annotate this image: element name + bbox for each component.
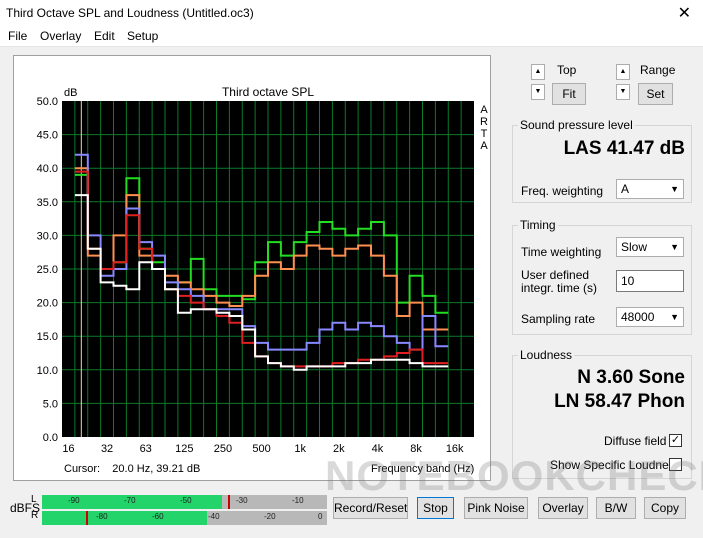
x-tick-label: 250: [214, 443, 232, 455]
left-tick: -30: [236, 496, 248, 505]
y-tick-label: 15.0: [37, 331, 58, 343]
y-tick-label: 5.0: [43, 398, 58, 410]
left-channel-label: L: [31, 494, 37, 505]
chevron-down-icon: ▼: [670, 242, 679, 252]
left-tick: -50: [180, 496, 192, 505]
y-tick-labels: 0.0 5.0 10.0 15.0 20.0 25.0 30.0 35.0 40.0 45.0 50…: [37, 96, 58, 444]
y-tick-label: 40.0: [37, 163, 58, 175]
left-tick: -70: [124, 496, 136, 505]
spl-group-title: Sound pressure level: [518, 118, 635, 132]
y-tick-label: 0.0: [43, 432, 58, 444]
right-tick: -60: [152, 512, 164, 521]
top-down-button[interactable]: ▼: [531, 84, 545, 100]
x-tick-label: 125: [175, 443, 193, 455]
top-label: Top: [557, 63, 577, 77]
x-tick-label: 1k: [294, 443, 306, 455]
time-weighting-label: Time weighting: [521, 245, 602, 259]
loudness-sone: N 3.60 Sone: [577, 367, 685, 388]
diffuse-field-label: Diffuse field: [604, 434, 667, 448]
range-label: Range: [640, 63, 676, 77]
spl-value: LAS 41.47 dB: [563, 138, 685, 159]
right-tick: -40: [208, 512, 220, 521]
x-tick-label: 32: [101, 443, 113, 455]
sampling-rate-label: Sampling rate: [521, 312, 596, 326]
menu-edit[interactable]: Edit: [94, 29, 115, 43]
plot-frame: dB Third octave SPL A R T A 0.0 5.0 10.0 15…: [13, 55, 491, 481]
loudness-phon: LN 58.47 Phon: [554, 391, 685, 412]
cursor-readout: Cursor: 20.0 Hz, 39.21 dB: [64, 463, 200, 475]
right-tick: -80: [96, 512, 108, 521]
set-button[interactable]: Set: [638, 83, 673, 105]
y-tick-label: 50.0: [37, 96, 58, 108]
freq-weighting-label: Freq. weighting: [521, 184, 604, 198]
integr-time-label-line2: integr. time (s): [521, 281, 598, 295]
overlay-button[interactable]: Overlay: [538, 497, 588, 519]
right-tick: -20: [264, 512, 276, 521]
right-tick: 0: [318, 512, 323, 521]
stop-button[interactable]: Stop: [417, 497, 454, 519]
timing-group-title: Timing: [518, 218, 558, 232]
loudness-group-title: Loudness: [518, 348, 575, 362]
left-tick: -10: [292, 496, 304, 505]
sampling-rate-select[interactable]: 48000 ▼: [616, 307, 684, 327]
copy-button[interactable]: Copy: [644, 497, 686, 519]
check-icon: ✓: [670, 434, 681, 446]
y-tick-label: 10.0: [37, 365, 58, 377]
bw-button[interactable]: B/W: [596, 497, 636, 519]
menu-bar: File Overlay Edit Setup: [0, 26, 703, 47]
time-weighting-value: Slow: [621, 240, 648, 254]
x-tick-label: 500: [252, 443, 270, 455]
window-title: Third Octave SPL and Loudness (Untitled.…: [6, 6, 254, 20]
chart-title: Third octave SPL: [222, 85, 314, 99]
right-level-fill: [42, 511, 208, 525]
right-level-meter: -80 -60 -40 -20 0: [42, 511, 327, 525]
arta-letter-t: T: [481, 128, 488, 140]
left-tick: -90: [68, 496, 80, 505]
x-tick-label: 16: [62, 443, 74, 455]
y-tick-label: 20.0: [37, 298, 58, 310]
right-peak-marker: [86, 511, 88, 525]
top-up-button[interactable]: ▲: [531, 64, 545, 80]
range-up-button[interactable]: ▲: [616, 64, 630, 80]
title-bar: Third Octave SPL and Loudness (Untitled.…: [0, 0, 703, 26]
integr-time-input[interactable]: 10: [616, 270, 684, 292]
integr-time-value: 10: [621, 274, 635, 288]
y-tick-label: 25.0: [37, 264, 58, 276]
chevron-down-icon: ▼: [670, 184, 679, 194]
menu-file[interactable]: File: [8, 29, 27, 43]
arta-letter-a1: A: [480, 104, 488, 116]
freq-weighting-select[interactable]: A ▼: [616, 179, 684, 199]
arta-letter-a2: A: [480, 140, 488, 152]
freq-weighting-value: A: [621, 182, 630, 196]
close-icon[interactable]: ✕: [678, 3, 691, 23]
left-peak-marker: [228, 495, 230, 509]
x-tick-label: 63: [140, 443, 152, 455]
y-axis-label: dB: [64, 87, 77, 99]
right-channel-label: R: [31, 510, 39, 521]
watermark-logo: NOTEBOOKCHECK: [325, 452, 703, 499]
menu-setup[interactable]: Setup: [127, 29, 158, 43]
diffuse-field-checkbox[interactable]: ✓: [669, 434, 682, 447]
record-reset-button[interactable]: Record/Reset: [333, 497, 408, 519]
sampling-rate-value: 48000: [621, 310, 655, 324]
arta-letter-r: R: [480, 116, 488, 128]
time-weighting-select[interactable]: Slow ▼: [616, 237, 684, 257]
range-down-button[interactable]: ▼: [616, 84, 630, 100]
fit-button[interactable]: Fit: [552, 83, 586, 105]
chevron-down-icon: ▼: [670, 312, 679, 322]
integr-time-label-line1: User defined: [521, 268, 590, 282]
y-tick-label: 30.0: [37, 230, 58, 242]
menu-overlay[interactable]: Overlay: [40, 29, 81, 43]
y-tick-label: 45.0: [37, 130, 58, 142]
y-tick-label: 35.0: [37, 197, 58, 209]
left-level-meter: -90 -70 -50 -30 -10: [42, 495, 327, 509]
pink-noise-button[interactable]: Pink Noise: [464, 497, 528, 519]
spl-chart[interactable]: dB Third octave SPL A R T A 0.0 5.0 10.0 15…: [14, 56, 490, 480]
